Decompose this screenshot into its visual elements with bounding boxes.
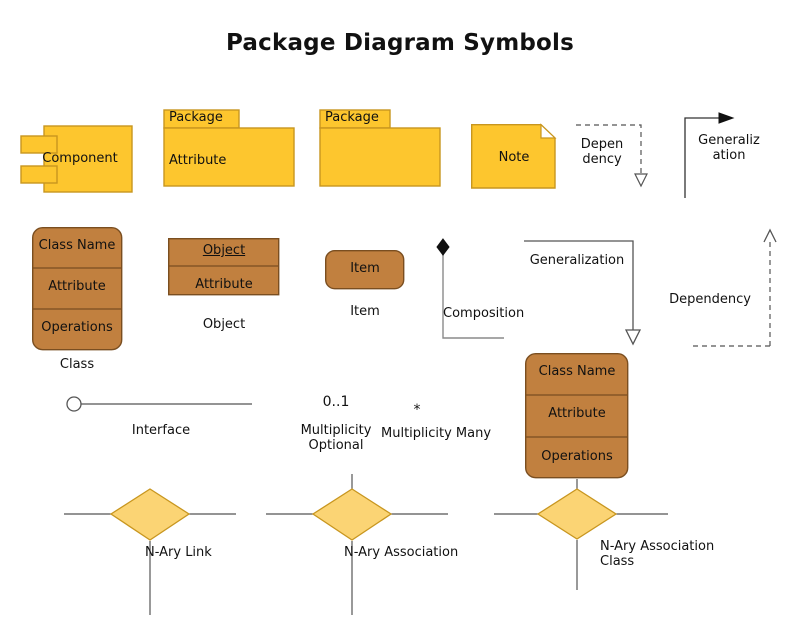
multiplicity-optional-caption: Multiplicity Optional	[300, 423, 372, 453]
diagram-canvas: Package Diagram Symbols Component Packag…	[0, 0, 800, 630]
generalization-top-label: Generaliz ation	[698, 133, 760, 163]
package-attribute-body-label: Attribute	[169, 153, 227, 168]
item-caption: Item	[350, 304, 380, 319]
interface-caption: Interface	[131, 423, 191, 438]
class-operations-label: Operations	[41, 320, 113, 335]
class-attribute-label: Attribute	[48, 279, 106, 294]
object-name-label: Object	[202, 243, 246, 258]
object-caption: Object	[202, 317, 246, 332]
package-empty-tab-label: Package	[325, 110, 379, 125]
item-label: Item	[350, 261, 380, 276]
dependency-right-connector	[693, 228, 777, 347]
class-caption: Class	[59, 357, 95, 372]
association-class-operations-label: Operations	[541, 449, 613, 464]
multiplicity-optional-value: 0..1	[322, 394, 350, 410]
note-label: Note	[498, 150, 530, 165]
dependency-top-label: Depen dency	[580, 137, 624, 167]
dependency-right-label: Dependency	[669, 292, 751, 307]
interface-symbol	[66, 396, 252, 412]
nary-association-class-caption: N-Ary Association Class	[600, 539, 715, 569]
generalization-mid-label: Generalization	[529, 253, 625, 268]
composition-connector	[436, 238, 504, 339]
association-class-name-label: Class Name	[538, 364, 616, 379]
class-name-label: Class Name	[38, 238, 116, 253]
multiplicity-many-value: *	[413, 402, 421, 418]
package-attribute-tab-label: Package	[169, 110, 223, 125]
object-attribute-label: Attribute	[195, 277, 253, 292]
nary-link-caption: N-Ary Link	[145, 545, 212, 560]
nary-association-caption: N-Ary Association	[344, 545, 459, 560]
component-label: Component	[42, 151, 118, 166]
page-title: Package Diagram Symbols	[225, 30, 575, 56]
association-class-attribute-label: Attribute	[548, 406, 606, 421]
